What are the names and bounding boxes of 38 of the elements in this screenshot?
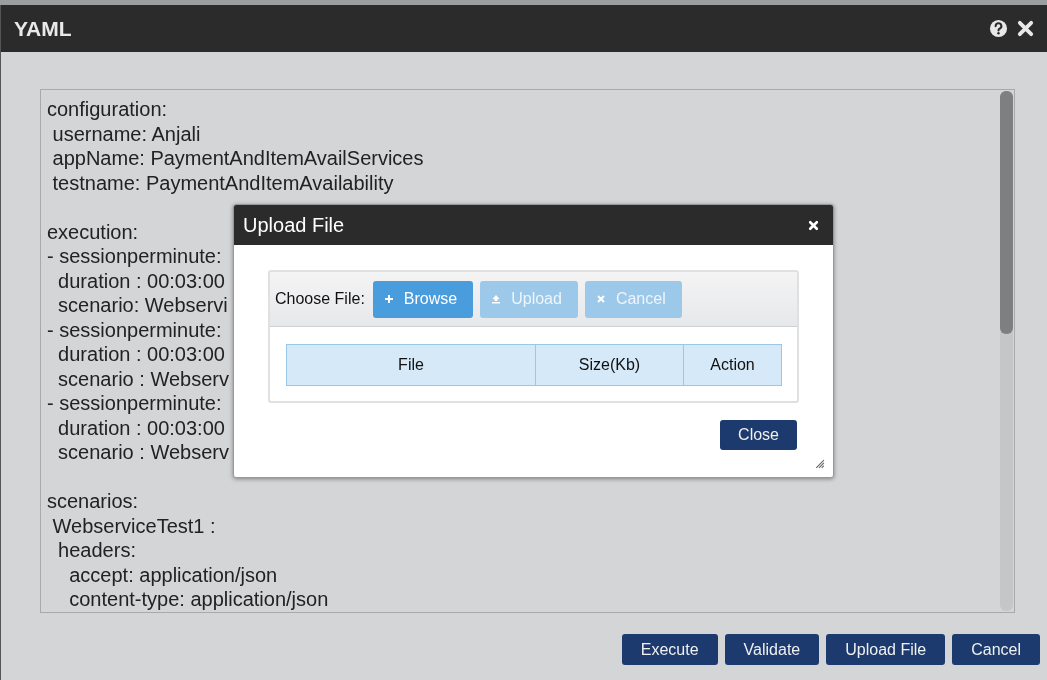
dialog-title: YAML [14,16,72,41]
scrollbar[interactable] [1000,91,1013,611]
column-header[interactable]: Size(Kb) [535,345,683,385]
code-line: scenario: Webservi [57,293,228,318]
footer-button[interactable]: Validate [724,634,820,665]
code-line: WebserviceTest1 : [51,513,216,538]
footer-button[interactable]: Cancel [952,634,1040,665]
upload-icon [491,294,502,304]
code-line: username: Anjali [51,121,201,146]
code-line: - sessionperminute: [47,244,222,269]
code-line: testname: PaymentAndItemAvailability [51,170,394,195]
resize-grip-icon[interactable] [814,458,825,469]
code-line: - sessionperminute: [47,317,222,342]
footer-button[interactable]: Upload File [826,634,946,665]
help-icon[interactable] [989,19,1008,38]
close-icon[interactable] [1016,19,1035,38]
code-line: scenarios: [47,489,139,514]
close-button[interactable]: Close [720,420,797,450]
column-header[interactable]: File [287,345,535,385]
code-line: accept: application/json [68,562,278,587]
code-line: scenario : Webserv [57,366,229,391]
code-line: configuration: [47,97,168,122]
dialog-title: Upload File [243,213,345,237]
plus-icon [383,294,394,304]
code-line: appName: PaymentAndItemAvailServices [51,146,424,171]
choose-file-label: Choose File: [275,290,365,308]
code-line: scenario : Webserv [57,440,229,465]
code-line: execution: [47,219,139,244]
code-line: duration : 00:03:00 [57,342,225,367]
code-line: headers: [57,538,136,563]
x-icon [595,294,606,304]
column-header[interactable]: Action [683,345,781,385]
scrollbar-thumb[interactable] [1000,91,1013,334]
code-line: content-type: application/json [68,587,329,612]
code-line: - sessionperminute: [47,391,222,416]
code-line: duration : 00:03:00 [57,268,225,293]
footer-button[interactable]: Execute [621,634,718,665]
code-line: duration : 00:03:00 [57,415,225,440]
